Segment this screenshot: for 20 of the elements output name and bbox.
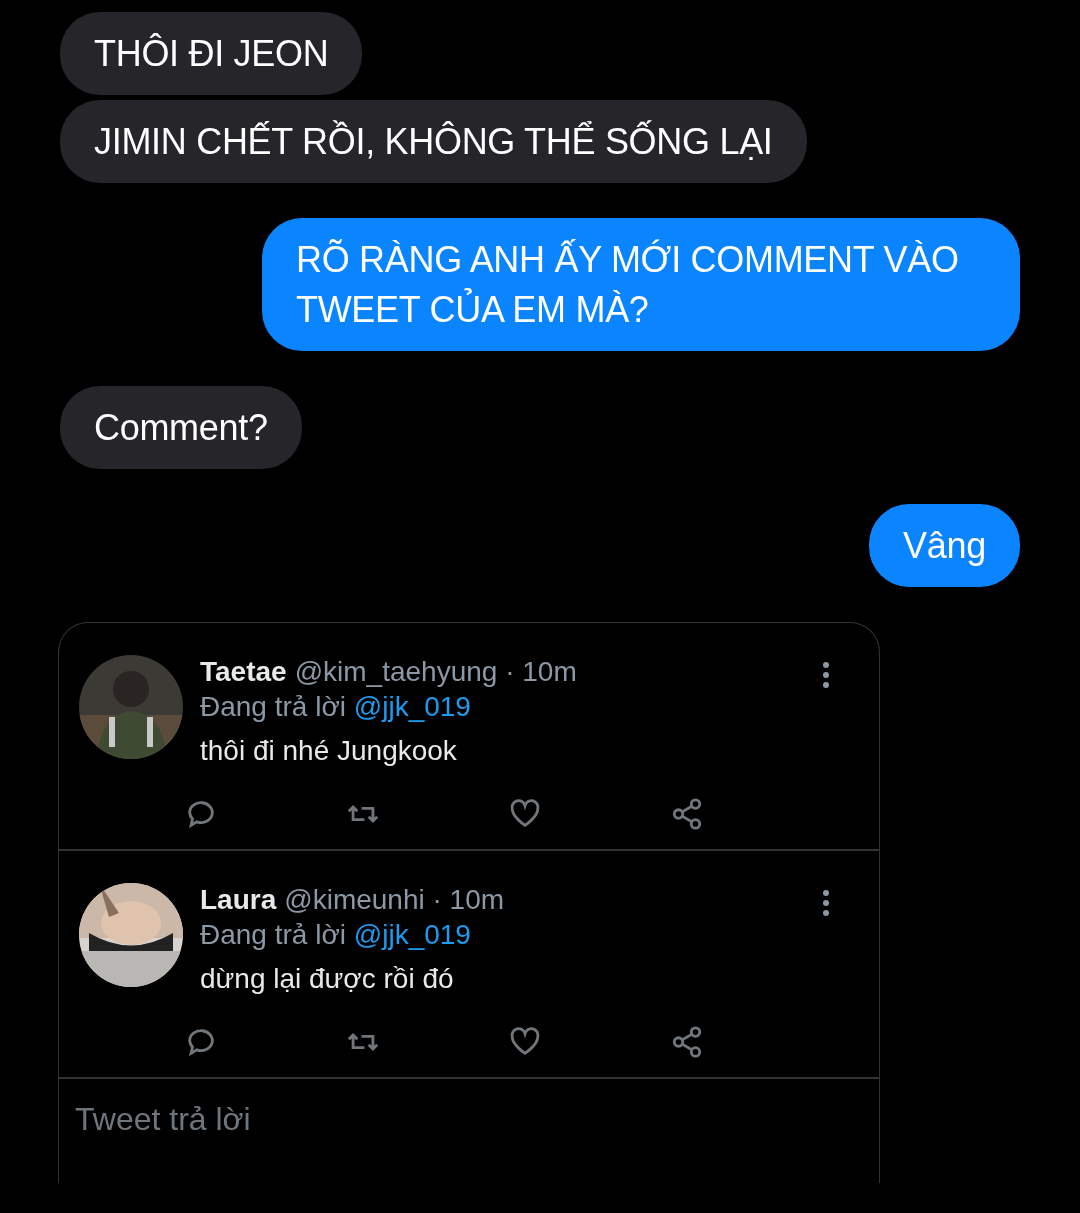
replying-to-text: Đang trả lời @jjk_019 [200,690,472,724]
mention-link[interactable]: @jjk_019 [353,919,471,950]
message-bubble: Comment? [60,386,302,469]
reply-field[interactable]: Tweet trả lời [75,1097,675,1142]
user-handle: @kimeunhi · 10m [284,883,505,917]
message-bubble: THÔI ĐI JEON [60,12,363,95]
user-handle: @kim_taehyung · 10m [294,655,577,689]
share-icon[interactable] [670,797,704,831]
more-icon[interactable] [821,889,831,917]
replying-to-text: Đang trả lời @jjk_019 [200,918,472,952]
message-bubble: JIMIN CHẾT RỒI, KHÔNG THỂ SỐNG LẠI [60,100,807,183]
more-icon[interactable] [821,661,831,689]
message-bubble: RÕ RÀNG ANH ẤY MỚI COMMENT VÀO TWEET CỦA EM MÀ? [262,218,1020,351]
mention-link[interactable]: @jjk_019 [353,691,471,722]
user-name: Taetae [200,655,287,689]
tweet-text: dừng lại được rồi đó [200,962,455,996]
share-icon[interactable] [670,1025,704,1059]
tweet-text: thôi đi nhé Jungkook [200,734,458,768]
message-bubble: Vâng [869,504,1020,587]
user-name: Laura [200,883,277,917]
